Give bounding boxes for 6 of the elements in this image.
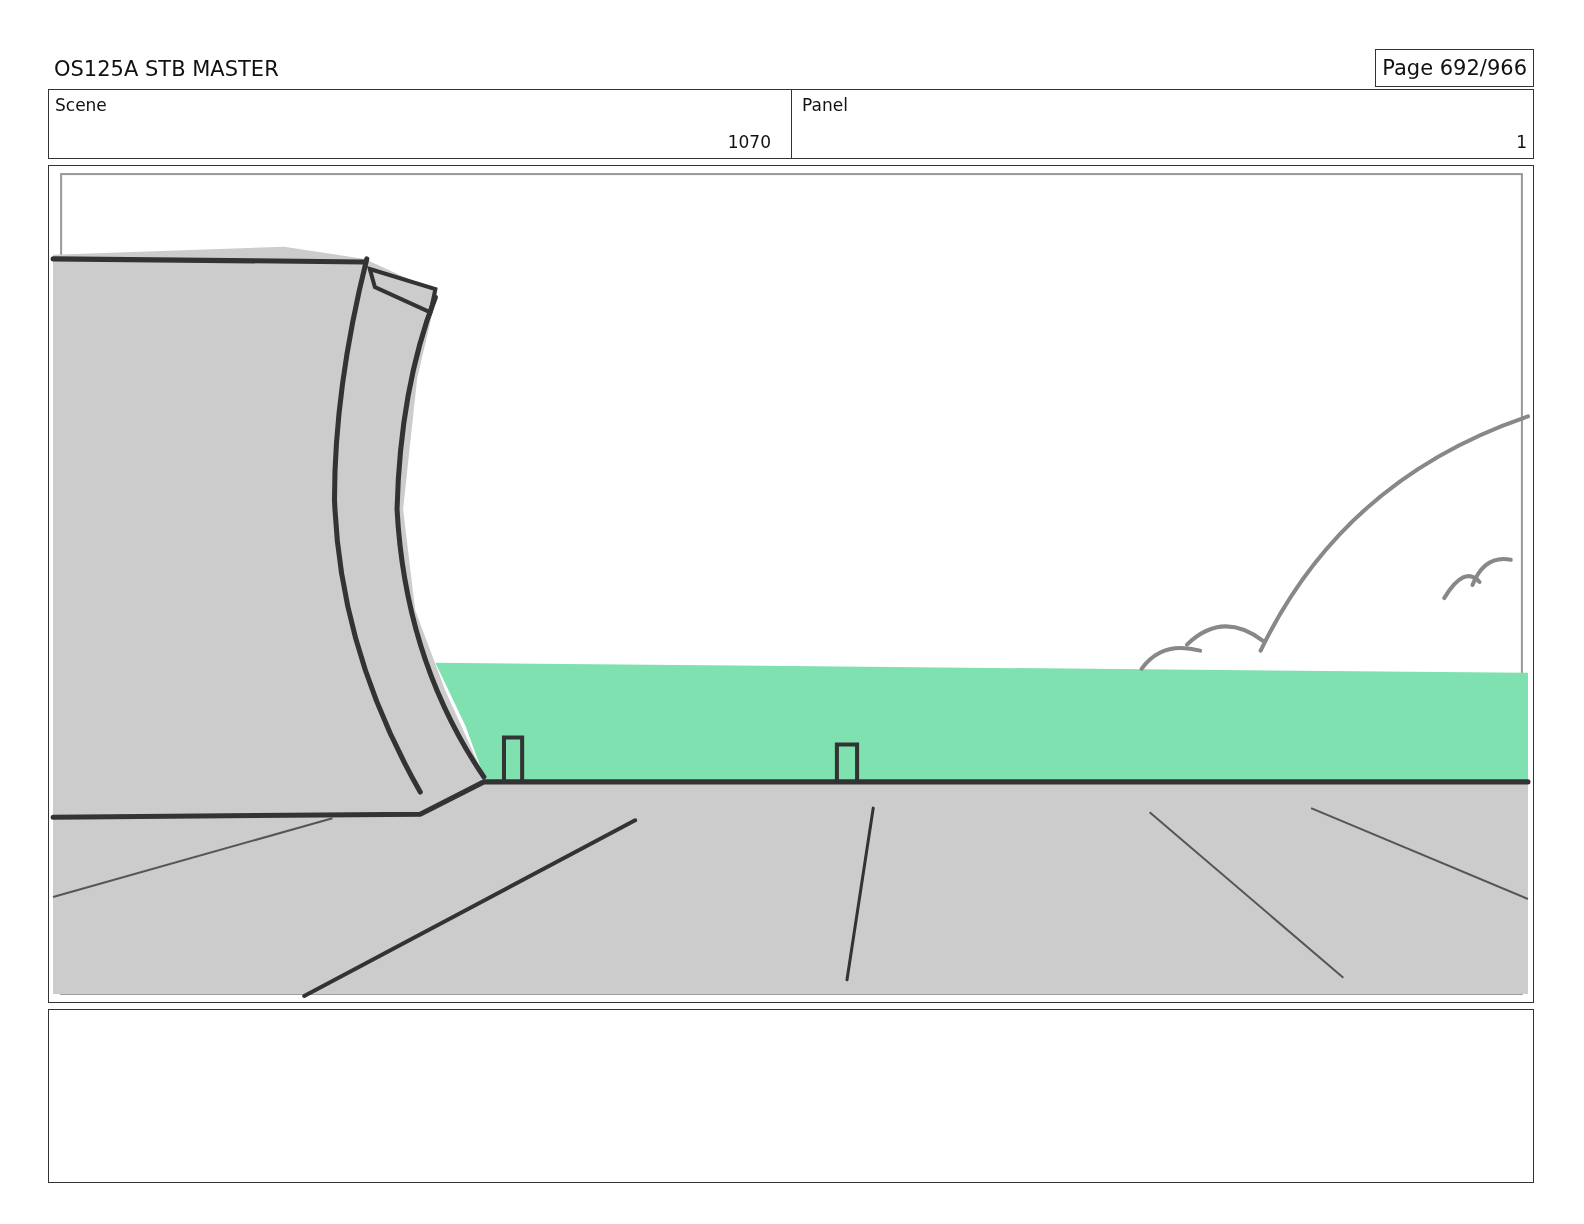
info-label: Scene <box>55 95 107 115</box>
page-number: Page 692/966 <box>1375 49 1534 87</box>
board-title: OS125A STB MASTER <box>53 57 279 83</box>
info-value: 1070 <box>727 132 771 152</box>
info-value: 1 <box>1516 132 1527 152</box>
info-label: Panel <box>802 95 848 115</box>
